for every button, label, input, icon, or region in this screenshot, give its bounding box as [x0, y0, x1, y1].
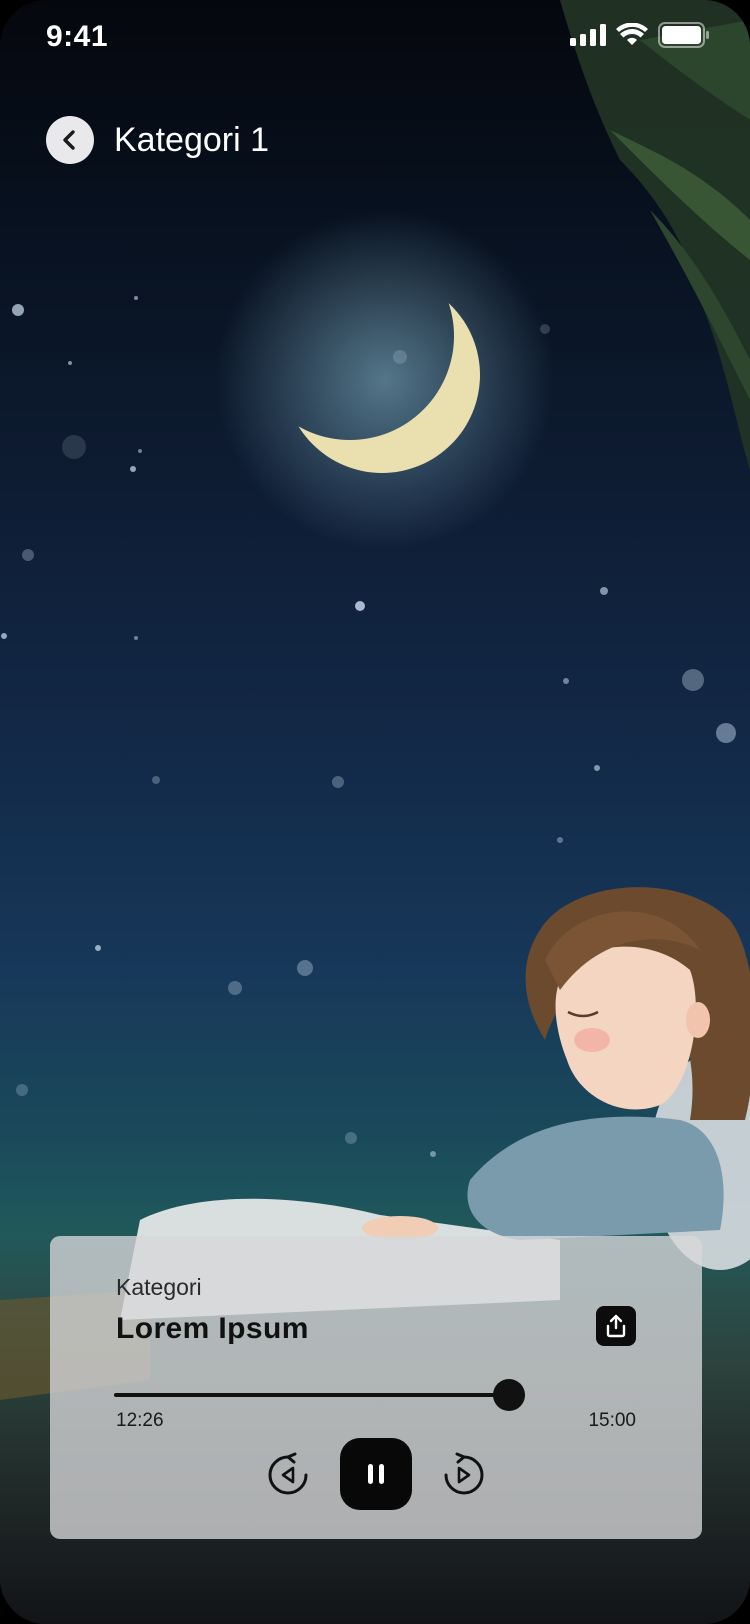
- progress-thumb[interactable]: [492, 1379, 525, 1411]
- share-button[interactable]: [596, 1306, 636, 1346]
- track-title: Lorem Ipsum: [116, 1312, 309, 1345]
- back-button[interactable]: [46, 116, 94, 164]
- pause-icon: [368, 1464, 384, 1484]
- audio-player-card: Kategori Lorem Ipsum 12:26 15:00: [50, 1236, 702, 1539]
- share-upload-icon: [606, 1314, 626, 1338]
- track-category: Kategori: [116, 1274, 202, 1300]
- forward-button[interactable]: [440, 1450, 488, 1498]
- status-time: 9:41: [46, 20, 109, 53]
- wifi-icon: [616, 22, 648, 51]
- phone-screen: 9:41 Kategori 1 Kategori Lorem Ipsum 12:…: [0, 0, 750, 1624]
- progress-slider[interactable]: [114, 1379, 640, 1411]
- pause-button[interactable]: [340, 1438, 412, 1510]
- battery-icon: [658, 22, 710, 52]
- forward-icon: [444, 1452, 484, 1495]
- time-duration: 15:00: [588, 1410, 636, 1431]
- page-header: Kategori 1: [46, 116, 269, 164]
- signal-icon: [570, 24, 606, 50]
- rewind-icon: [268, 1452, 308, 1495]
- time-elapsed: 12:26: [116, 1410, 164, 1431]
- status-bar: 9:41: [0, 0, 750, 74]
- page-title: Kategori 1: [114, 120, 269, 159]
- progress-fill: [114, 1393, 509, 1397]
- rewind-button[interactable]: [264, 1450, 312, 1498]
- playback-controls: [50, 1438, 702, 1510]
- chevron-left-icon: [63, 130, 75, 150]
- status-icons: [570, 22, 710, 52]
